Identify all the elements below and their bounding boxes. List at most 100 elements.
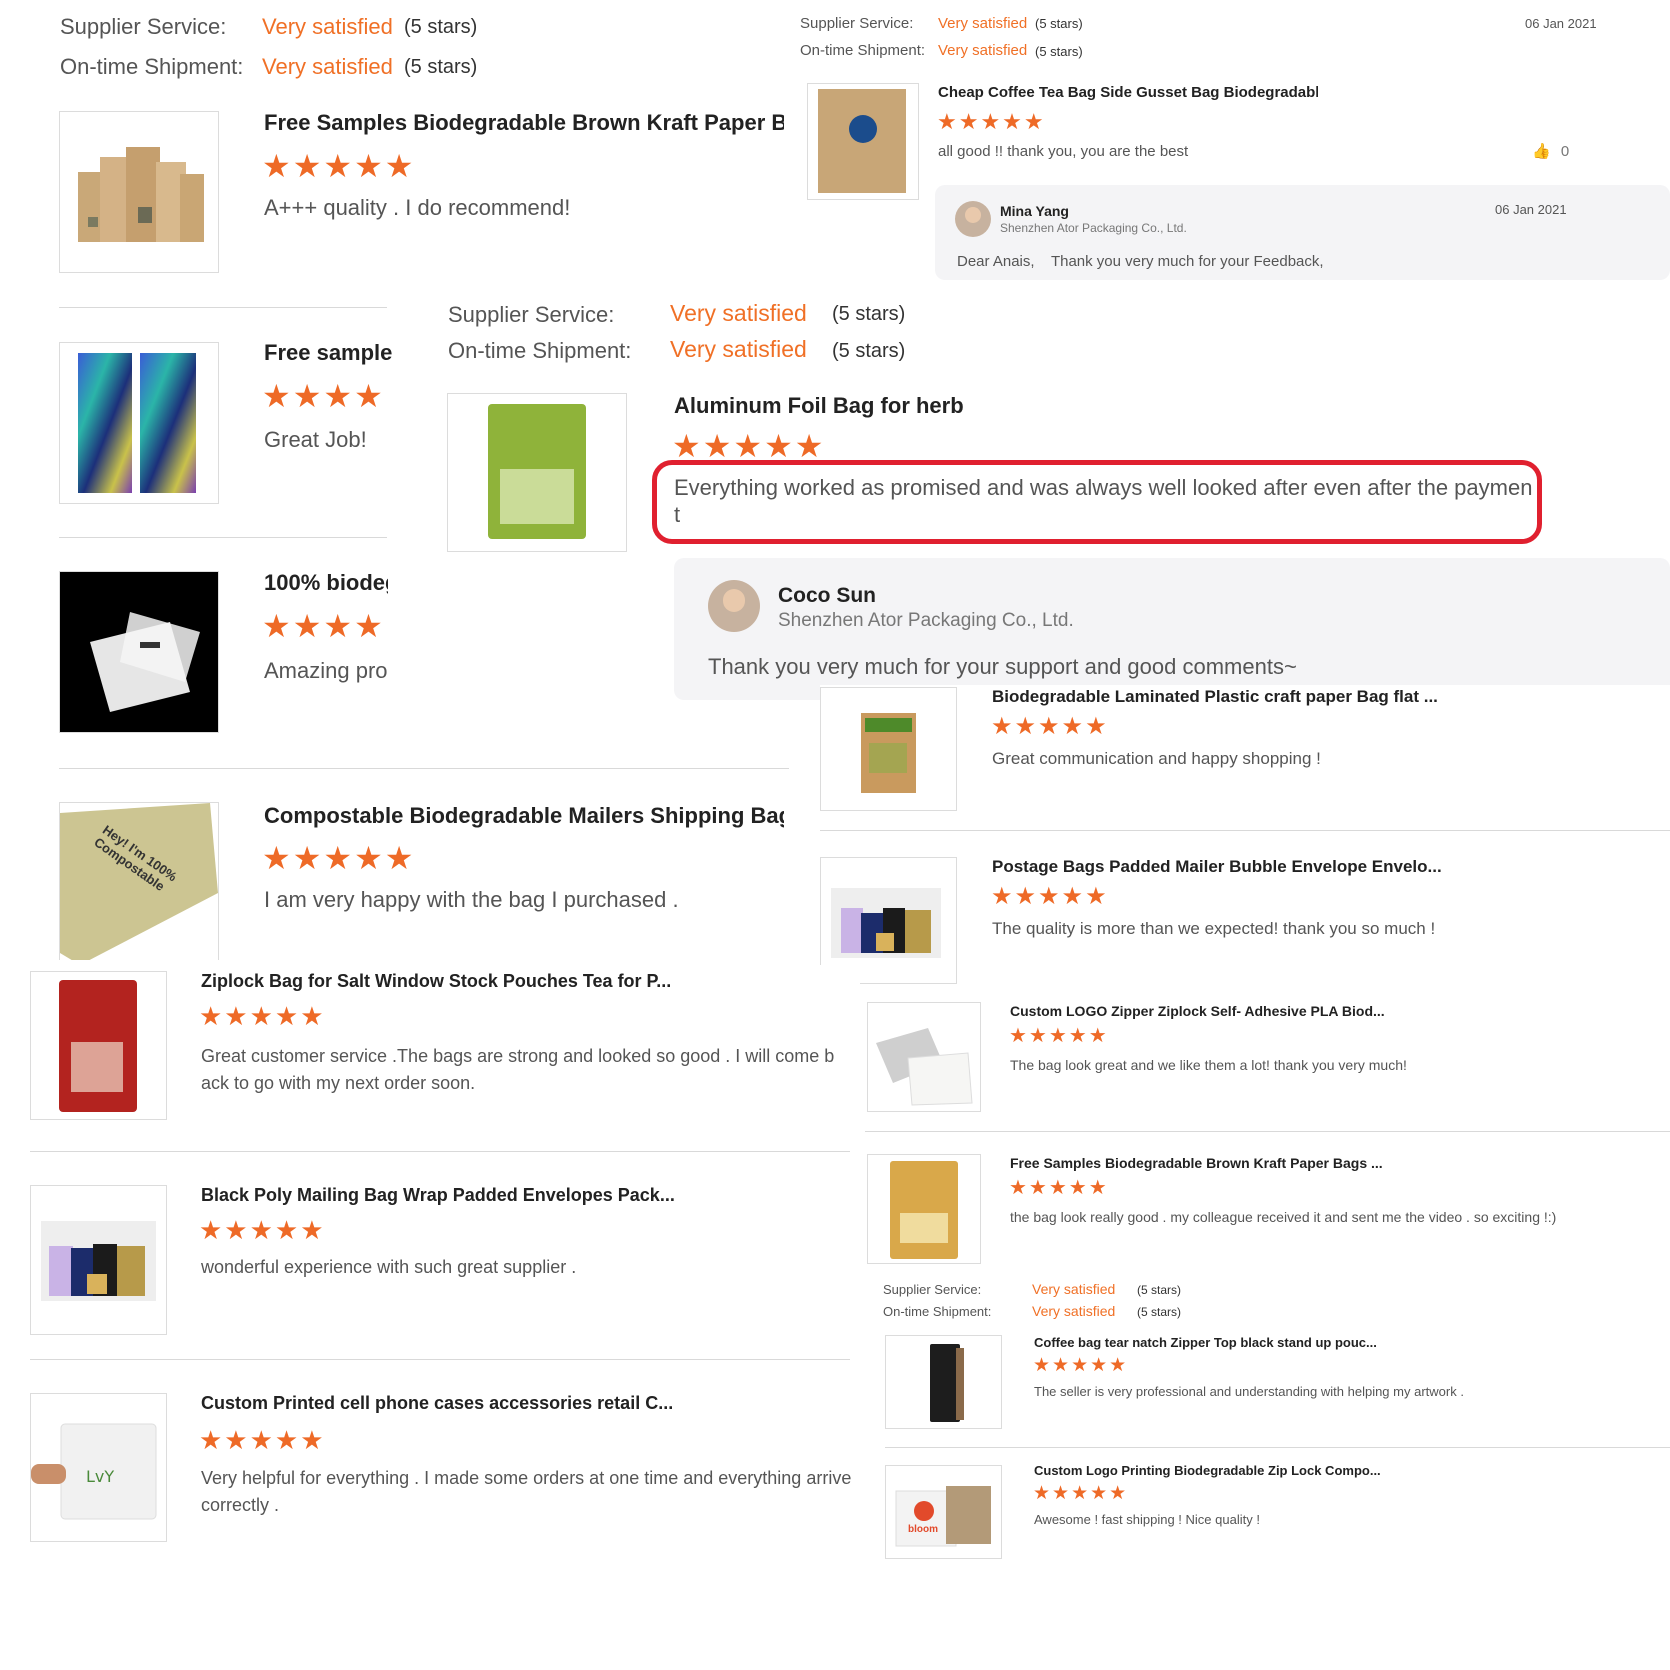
review-comment: I am very happy with the bag I purchased…	[264, 887, 679, 912]
review-product-title[interactable]: Custom Logo Printing Biodegradable Zip L…	[1034, 1463, 1654, 1478]
review-panel-d: Biodegradable Laminated Plastic craft pa…	[820, 685, 1670, 995]
shipment-count: (5 stars)	[404, 56, 478, 78]
review-product-title[interactable]: Ziplock Bag for Salt Window Stock Pouche…	[201, 971, 841, 992]
product-thumbnail-kraft-window-bag[interactable]	[867, 1154, 981, 1264]
foil-bag-image	[488, 404, 586, 539]
review-product-title[interactable]: Compostable Biodegradable Mailers Shippi…	[264, 803, 784, 829]
shipment-label: On-time Shipment:	[883, 1304, 992, 1319]
svg-text:LvY: LvY	[86, 1467, 114, 1486]
avatar	[708, 580, 760, 632]
supplier-service-count: (5 stars)	[404, 16, 478, 38]
review-star-rating: ★★★★★	[199, 1425, 326, 1455]
product-thumbnail-pla-zipper[interactable]	[867, 1002, 981, 1112]
review-product-title[interactable]: 100% biodeg	[264, 570, 388, 596]
review-product-title[interactable]: Cheap Coffee Tea Bag Side Gusset Bag Bio…	[938, 84, 1318, 101]
review-product-title[interactable]: Biodegradable Laminated Plastic craft pa…	[992, 687, 1592, 707]
supplier-service-label: Supplier Service:	[448, 302, 615, 327]
product-thumbnail-kraft-bags[interactable]	[59, 111, 219, 273]
review-product-title[interactable]: Aluminum Foil Bag for herb	[674, 393, 964, 419]
kraft-bags-image	[78, 147, 204, 242]
review-product-title[interactable]: Free sample	[264, 340, 394, 366]
shipment-rating: Very satisfied	[1032, 1303, 1116, 1319]
review-star-rating: ★★★★★	[262, 840, 416, 876]
supplier-service-rating: Very satisfied	[670, 300, 807, 326]
product-thumbnail-clear-bags[interactable]	[59, 571, 219, 733]
product-thumbnail-bloom-bag[interactable]: bloom	[885, 1465, 1002, 1559]
shipment-count: (5 stars)	[1137, 1305, 1182, 1319]
review-panel-g: Supplier Service: Very satisfied (5 star…	[875, 1275, 1670, 1670]
product-thumbnail-frosted-bag[interactable]: LvY	[30, 1393, 167, 1542]
review-panel-e: Ziplock Bag for Salt Window Stock Pouche…	[0, 965, 860, 1670]
review-comment: Amazing pro	[264, 658, 388, 683]
review-star-rating: ★★★★★	[991, 713, 1109, 740]
review-comment: A+++ quality . I do recommend!	[264, 195, 571, 220]
shipment-rating: Very satisfied	[262, 54, 393, 79]
review-star-rating: ★★★★★	[199, 1001, 326, 1031]
review-product-title[interactable]: Free Samples Biodegradable Brown Kraft P…	[1010, 1155, 1650, 1171]
shipment-rating: Very satisfied	[938, 42, 1028, 59]
supplier-service-rating: Very satisfied	[1032, 1281, 1116, 1297]
review-star-rating: ★★★★★	[991, 883, 1109, 910]
supplier-reply: Coco Sun Shenzhen Ator Packaging Co., Lt…	[674, 558, 1670, 700]
supplier-service-label: Supplier Service:	[800, 15, 914, 32]
supplier-service-label: Supplier Service:	[60, 14, 227, 39]
thumbs-up-icon: 👍	[1532, 143, 1551, 160]
review-product-title[interactable]: Coffee bag tear natch Zipper Top black s…	[1034, 1335, 1654, 1350]
review-date: 06 Jan 2021	[1525, 16, 1597, 31]
product-thumbnail-poly-mailer[interactable]	[30, 1185, 167, 1335]
product-thumbnail-black-coffee-pouch[interactable]	[885, 1335, 1002, 1429]
review-comment: The quality is more than we expected! th…	[992, 919, 1436, 938]
review-panel-b: Supplier Service: Very satisfied (5 star…	[795, 0, 1670, 280]
frosted-bag-image: LvY	[31, 1423, 157, 1520]
review-product-title[interactable]: Free Samples Biodegradable Brown Kraft P…	[264, 110, 784, 136]
like-button[interactable]: 👍 0	[1532, 142, 1569, 160]
divider	[59, 537, 387, 538]
reply-company: Shenzhen Ator Packaging Co., Ltd.	[778, 610, 1074, 631]
product-thumbnail-coffee-bag[interactable]	[807, 83, 919, 200]
kraft-window-bag-image	[890, 1161, 958, 1259]
product-thumbnail-compostable-mailer[interactable]: Hey! I'm 100% Compostable	[59, 802, 219, 960]
review-comment: wonderful experience with such great sup…	[201, 1257, 577, 1277]
divider	[865, 1131, 1670, 1132]
supplier-service-count: (5 stars)	[832, 303, 906, 325]
product-thumbnail-red-ziplock[interactable]	[30, 971, 167, 1120]
review-product-title[interactable]: Custom Printed cell phone cases accessor…	[201, 1393, 841, 1414]
review-star-rating: ★★★★★	[1009, 1025, 1109, 1047]
review-product-title[interactable]: Postage Bags Padded Mailer Bubble Envelo…	[992, 857, 1592, 877]
review-product-title[interactable]: Custom LOGO Zipper Ziplock Self- Adhesiv…	[1010, 1003, 1650, 1019]
red-ziplock-image	[59, 980, 137, 1112]
shipment-count: (5 stars)	[1035, 44, 1083, 59]
review-star-rating: ★★★★★	[1033, 1355, 1129, 1376]
divider	[820, 830, 1670, 831]
reply-company: Shenzhen Ator Packaging Co., Ltd.	[1000, 221, 1187, 235]
supplier-service-count: (5 stars)	[1137, 1283, 1182, 1297]
review-product-title[interactable]: Black Poly Mailing Bag Wrap Padded Envel…	[201, 1185, 841, 1206]
review-star-rating: ★★★★	[262, 378, 385, 414]
pla-zipper-image	[876, 1028, 973, 1106]
review-comment: the bag look really good . my colleague …	[1010, 1209, 1557, 1225]
product-thumbnail-holographic-bags[interactable]	[59, 342, 219, 504]
review-comment: all good !! thank you, you are the best	[938, 143, 1189, 160]
holographic-bags-image	[78, 353, 196, 493]
reply-author-name: Mina Yang	[1000, 203, 1069, 219]
product-thumbnail-foil-bag[interactable]	[447, 393, 627, 552]
shipment-label: On-time Shipment:	[448, 338, 632, 363]
divider	[885, 1447, 1670, 1448]
review-comment: The seller is very professional and unde…	[1034, 1384, 1464, 1399]
bloom-print: bloom	[908, 1524, 938, 1535]
review-star-rating: ★★★★★	[1009, 1177, 1109, 1199]
review-star-rating: ★★★★	[262, 608, 385, 644]
product-thumbnail-laminated-bag[interactable]	[820, 687, 957, 811]
review-star-rating: ★★★★★	[937, 109, 1046, 134]
review-comment: Everything worked as promised and was al…	[674, 475, 1533, 527]
review-comment: Great customer service .The bags are str…	[201, 1046, 835, 1093]
like-count: 0	[1560, 143, 1570, 160]
reply-date: 06 Jan 2021	[1495, 202, 1567, 217]
black-coffee-pouch-image	[930, 1344, 964, 1422]
laminated-bag-image	[861, 713, 916, 793]
supplier-service-label: Supplier Service:	[883, 1282, 982, 1297]
coffee-bag-image	[818, 89, 906, 193]
supplier-service-rating: Very satisfied	[262, 14, 393, 39]
poly-mailer-image	[41, 1221, 156, 1301]
supplier-service-rating: Very satisfied	[938, 15, 1028, 32]
